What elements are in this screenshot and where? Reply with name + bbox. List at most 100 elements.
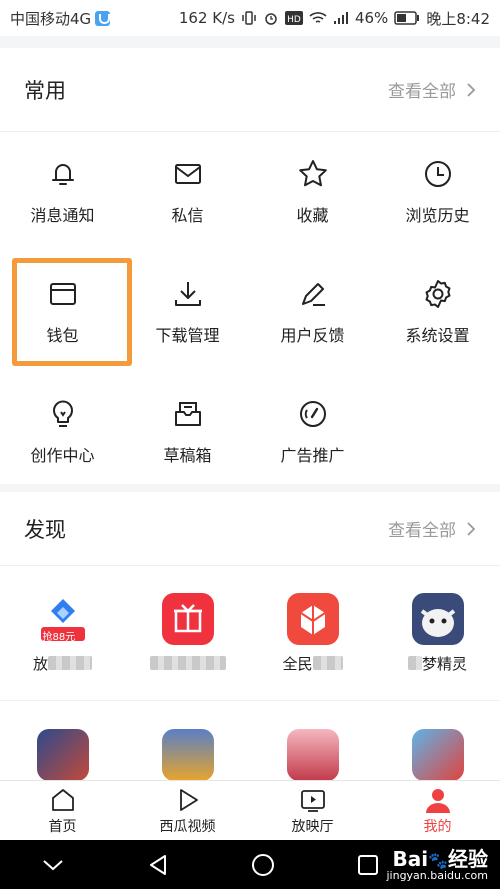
battery-percent: 46% (354, 9, 389, 27)
favorites-item[interactable]: 收藏 (250, 132, 375, 252)
discover-header: 发现 查看全部 (0, 492, 500, 566)
shield-icon (95, 10, 111, 26)
item-label: 系统设置 (405, 326, 470, 345)
browse-history-item[interactable]: 浏览历史 (375, 132, 500, 252)
bell-icon (51, 164, 74, 185)
recents-square-icon (357, 854, 378, 875)
app-label (149, 653, 226, 673)
common-view-all[interactable]: 查看全部 (388, 77, 476, 102)
download-management-item[interactable]: 下载管理 (125, 252, 250, 372)
nav-back-button[interactable] (105, 853, 210, 877)
item-label: 钱包 (46, 326, 79, 345)
watermark-paw-icon: 🐾 (428, 851, 448, 870)
item-label: 下载管理 (155, 326, 220, 345)
common-title: 常用 (24, 78, 66, 103)
home-icon (51, 788, 74, 811)
bottom-tab-bar: 首页 西瓜视频 放映厅 我的 (0, 780, 500, 840)
common-header: 常用 查看全部 (0, 48, 500, 132)
common-view-all-label: 查看全部 (388, 82, 456, 102)
app-label: 全民 (282, 653, 343, 673)
battery-icon (394, 11, 420, 25)
clock-icon (424, 161, 451, 187)
highlight-box (12, 258, 132, 366)
ad-promotion-item[interactable]: 广告推广 (250, 372, 375, 492)
wallet-icon (49, 283, 76, 305)
app-label-text: 全民 (282, 654, 313, 673)
signal-icon (333, 11, 349, 25)
baidu-jingyan-watermark: Bai🐾经验 jingyan.baidu.com (386, 848, 488, 882)
common-section: 常用 查看全部 消息通知 私信 收藏 浏览历史 钱包 下载管理 用户反馈 系统设… (0, 48, 500, 484)
discover-app[interactable] (250, 701, 375, 781)
envelope-icon (174, 164, 201, 184)
item-label: 消息通知 (30, 206, 95, 225)
blurred-text (312, 656, 343, 670)
item-label: 创作中心 (30, 446, 95, 465)
watermark-brand-tail: 经验 (448, 847, 488, 871)
download-icon (174, 282, 201, 306)
wifi-icon (309, 11, 327, 25)
draft-box-icon (174, 402, 201, 426)
message-notification-item[interactable]: 消息通知 (0, 132, 125, 252)
blue-heart-app-icon: 抢88元 (36, 593, 89, 645)
tab-home[interactable]: 首页 (0, 781, 125, 840)
app-label: 梦精灵 (407, 653, 467, 673)
game-app-icon-2 (161, 729, 214, 781)
blurred-text (48, 656, 92, 670)
tab-label: 首页 (48, 818, 77, 835)
discover-app[interactable] (0, 701, 125, 781)
svg-text:HD: HD (287, 15, 301, 25)
network-speed: 162 K/s (178, 9, 235, 27)
red-box-app-icon (286, 593, 339, 645)
home-circle-icon (251, 853, 274, 876)
discover-app[interactable]: 抢88元 放 (0, 566, 125, 700)
discover-app[interactable]: 梦精灵 (375, 566, 500, 700)
item-label: 草稿箱 (163, 446, 212, 465)
tab-screening-hall[interactable]: 放映厅 (250, 781, 375, 840)
discover-section: 发现 查看全部 抢88元 放 全民 梦精灵 (0, 492, 500, 782)
game-app-icon-3 (286, 729, 339, 781)
watermark-brand: Bai (392, 847, 429, 871)
chevron-right-icon (467, 82, 476, 97)
system-settings-item[interactable]: 系统设置 (375, 252, 500, 372)
vibrate-icon (241, 10, 257, 26)
nav-home-button[interactable] (210, 852, 315, 878)
watermark-url: jingyan.baidu.com (386, 869, 488, 882)
user-feedback-item[interactable]: 用户反馈 (250, 252, 375, 372)
creation-center-item[interactable]: 创作中心 (0, 372, 125, 492)
item-label: 浏览历史 (405, 206, 470, 225)
item-label: 收藏 (296, 206, 329, 225)
private-message-item[interactable]: 私信 (125, 132, 250, 252)
discover-app[interactable]: 全民 (250, 566, 375, 700)
status-bar: 中国移动4G 162 K/s HD 46% 晚上8:42 (0, 0, 500, 36)
chevron-right-icon (467, 521, 476, 536)
item-label: 用户反馈 (280, 326, 345, 345)
discover-title: 发现 (24, 517, 66, 542)
game-creature-app-icon (411, 593, 464, 645)
chevron-down-icon (42, 859, 63, 870)
clock-time: 晚上8:42 (426, 9, 490, 28)
discover-app[interactable] (375, 701, 500, 781)
compass-icon (299, 401, 326, 427)
red-gift-app-icon (161, 593, 214, 645)
discover-app[interactable] (125, 566, 250, 700)
discover-app[interactable] (125, 701, 250, 781)
nav-collapse-button[interactable] (0, 858, 105, 872)
game-app-icon-4 (411, 729, 464, 781)
tab-mine[interactable]: 我的 (375, 781, 500, 840)
tab-xigua-video[interactable]: 西瓜视频 (125, 781, 250, 840)
lightbulb-icon (52, 400, 73, 427)
item-label: 私信 (171, 206, 204, 225)
drafts-item[interactable]: 草稿箱 (125, 372, 250, 492)
tv-icon (300, 789, 325, 812)
edit-icon (301, 283, 325, 306)
game-app-icon-1 (36, 729, 89, 781)
star-icon (298, 160, 327, 187)
tab-label: 西瓜视频 (159, 818, 216, 835)
discover-view-all-label: 查看全部 (388, 521, 456, 541)
item-label: 广告推广 (280, 446, 345, 465)
discover-view-all[interactable]: 查看全部 (388, 516, 476, 541)
profile-icon (425, 788, 450, 813)
wallet-item[interactable]: 钱包 (0, 252, 132, 372)
back-triangle-icon (149, 854, 166, 875)
app-label-text: 放 (32, 654, 48, 673)
